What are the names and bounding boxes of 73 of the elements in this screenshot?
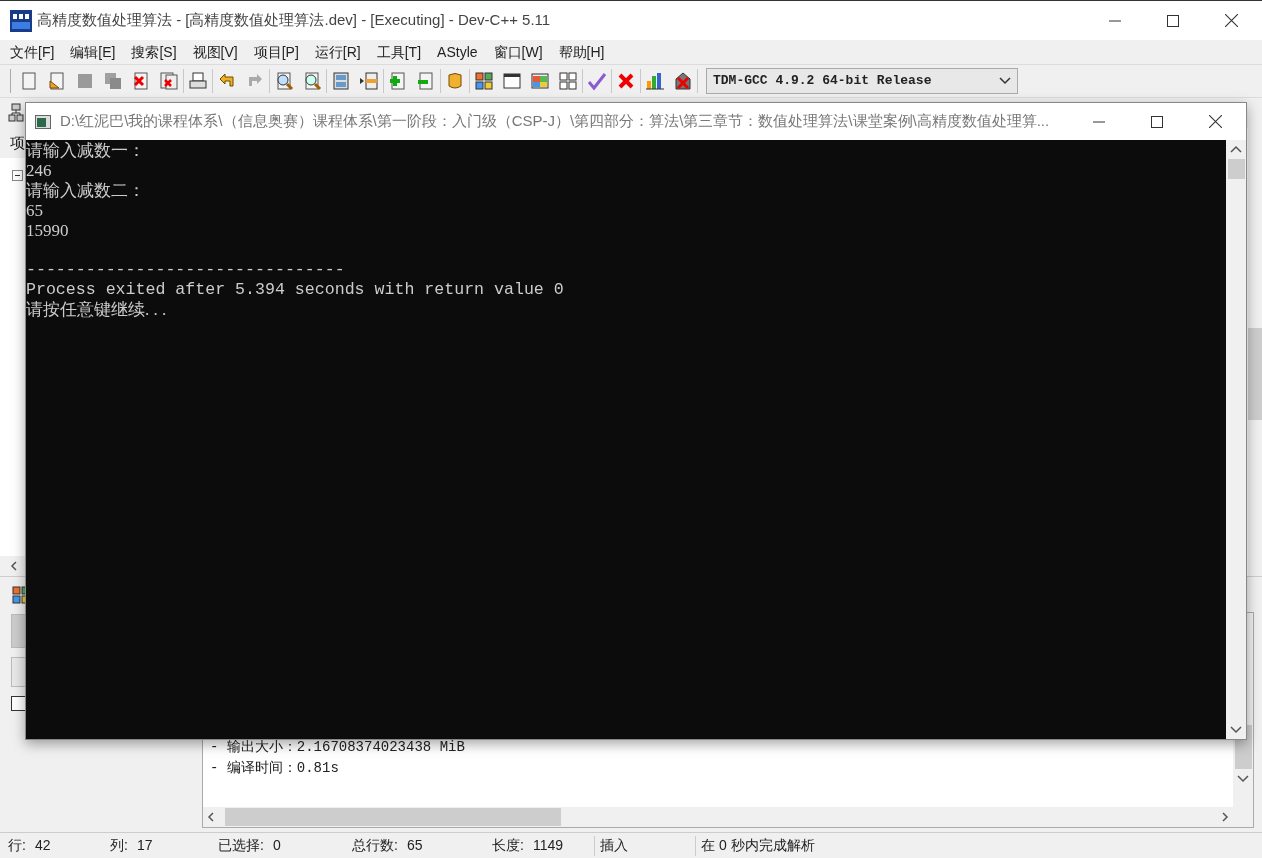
panes-icon[interactable] (331, 71, 351, 91)
chevron-down-icon[interactable] (1237, 775, 1249, 783)
maximize-icon[interactable] (1151, 115, 1163, 128)
window-title: 高精度数值处理算法 - [高精度数值处理算法.dev] - [Executing] - Dev-C++ 5.11 (37, 10, 551, 31)
scrollbar-thumb[interactable] (225, 808, 561, 826)
menu-item[interactable]: 项目[P] (252, 41, 300, 63)
window-icon[interactable] (502, 71, 522, 91)
app-logo-icon (10, 9, 32, 32)
chevron-left-icon[interactable] (10, 561, 18, 571)
console-line: -------------------------------- (26, 260, 346, 280)
insert-mode: 插入 (599, 836, 629, 855)
menu-item[interactable]: 搜索[S] (130, 41, 178, 63)
console-line: 请按任意键继续. . . (26, 300, 168, 320)
chevron-up-icon[interactable] (1230, 145, 1242, 153)
status-message: 在 0 秒内完成解析 (700, 836, 815, 855)
menu-item[interactable]: 文件[F] (9, 41, 56, 63)
status-value: 65 (406, 836, 423, 855)
menu-item[interactable]: AStyle (436, 41, 479, 63)
maximize-icon[interactable] (1167, 14, 1179, 27)
status-value: 42 (34, 836, 51, 855)
magnifier-icon[interactable] (302, 71, 322, 91)
chevron-down-icon (999, 77, 1011, 85)
folder-page-icon[interactable] (47, 71, 67, 91)
badge-icon[interactable] (445, 71, 465, 91)
pages-cross-icon[interactable] (159, 71, 179, 91)
close-icon[interactable] (1225, 14, 1238, 27)
menu-item[interactable]: 窗口[W] (492, 41, 544, 63)
status-label: 长度: (492, 836, 524, 855)
status-label: 已选择: (218, 836, 264, 855)
house-cross-icon[interactable] (673, 71, 693, 91)
status-value: 0 (272, 836, 281, 855)
cross-icon[interactable] (616, 71, 636, 91)
console-line: 15990 (26, 221, 70, 241)
log-line: - 编译时间：0.81s (210, 759, 340, 778)
console-line: 请输入减数一： (26, 141, 146, 161)
page-cross-icon[interactable] (131, 71, 151, 91)
menu-item[interactable]: 帮助[H] (557, 41, 606, 63)
plus-icon[interactable] (388, 71, 408, 91)
colored-grid-icon[interactable] (474, 71, 494, 91)
menu-item[interactable]: 运行[R] (313, 41, 362, 63)
status-label: 行: (8, 836, 26, 855)
console-line: 请输入减数二： (26, 181, 146, 201)
grid-icon[interactable] (558, 71, 578, 91)
log-line: - 输出大小：2.16708374023438 MiB (210, 738, 466, 757)
scrollbar-thumb[interactable] (1248, 328, 1262, 420)
network-icon[interactable] (8, 103, 24, 123)
close-icon[interactable] (1209, 115, 1222, 128)
status-label: 总行数: (352, 836, 398, 855)
status-label: 列: (110, 836, 128, 855)
console-line: 246 (26, 161, 53, 181)
minus-icon[interactable] (416, 71, 436, 91)
menu-item[interactable]: 编辑[E] (69, 41, 117, 63)
checkmark-icon[interactable] (587, 71, 607, 91)
console-icon (35, 114, 51, 129)
horizontal-scrollbar[interactable] (203, 807, 1233, 827)
console-line: 65 (26, 201, 44, 221)
indent-icon[interactable] (359, 71, 379, 91)
vertical-scrollbar[interactable] (1226, 140, 1246, 739)
status-value: 1149 (532, 836, 563, 855)
compiler-select[interactable]: TDM-GCC 4.9.2 64-bit Release (706, 68, 1018, 94)
console-line: Process exited after 5.394 seconds with return value 0 (26, 280, 565, 300)
menu-item[interactable]: 工具[T] (375, 41, 423, 63)
bar-chart-icon[interactable] (645, 71, 665, 91)
chevron-down-icon[interactable] (1230, 726, 1242, 734)
menu-item[interactable]: 视图[V] (191, 41, 239, 63)
printer-icon[interactable] (188, 71, 208, 91)
disks-icon[interactable] (103, 71, 123, 91)
scrollbar-thumb[interactable] (1227, 159, 1245, 179)
collapse-icon[interactable] (12, 170, 23, 181)
tiled-window-icon[interactable] (530, 71, 550, 91)
magnifier-icon[interactable] (274, 71, 294, 91)
status-value: 17 (136, 836, 153, 855)
console-title: D:\红泥巴\我的课程体系\（信息奥赛）课程体系\第一阶段：入门级（CSP-J）\第四部分：算法\第三章节：数值处理算法\课堂案例\高精度数值处理算... (60, 111, 1050, 132)
